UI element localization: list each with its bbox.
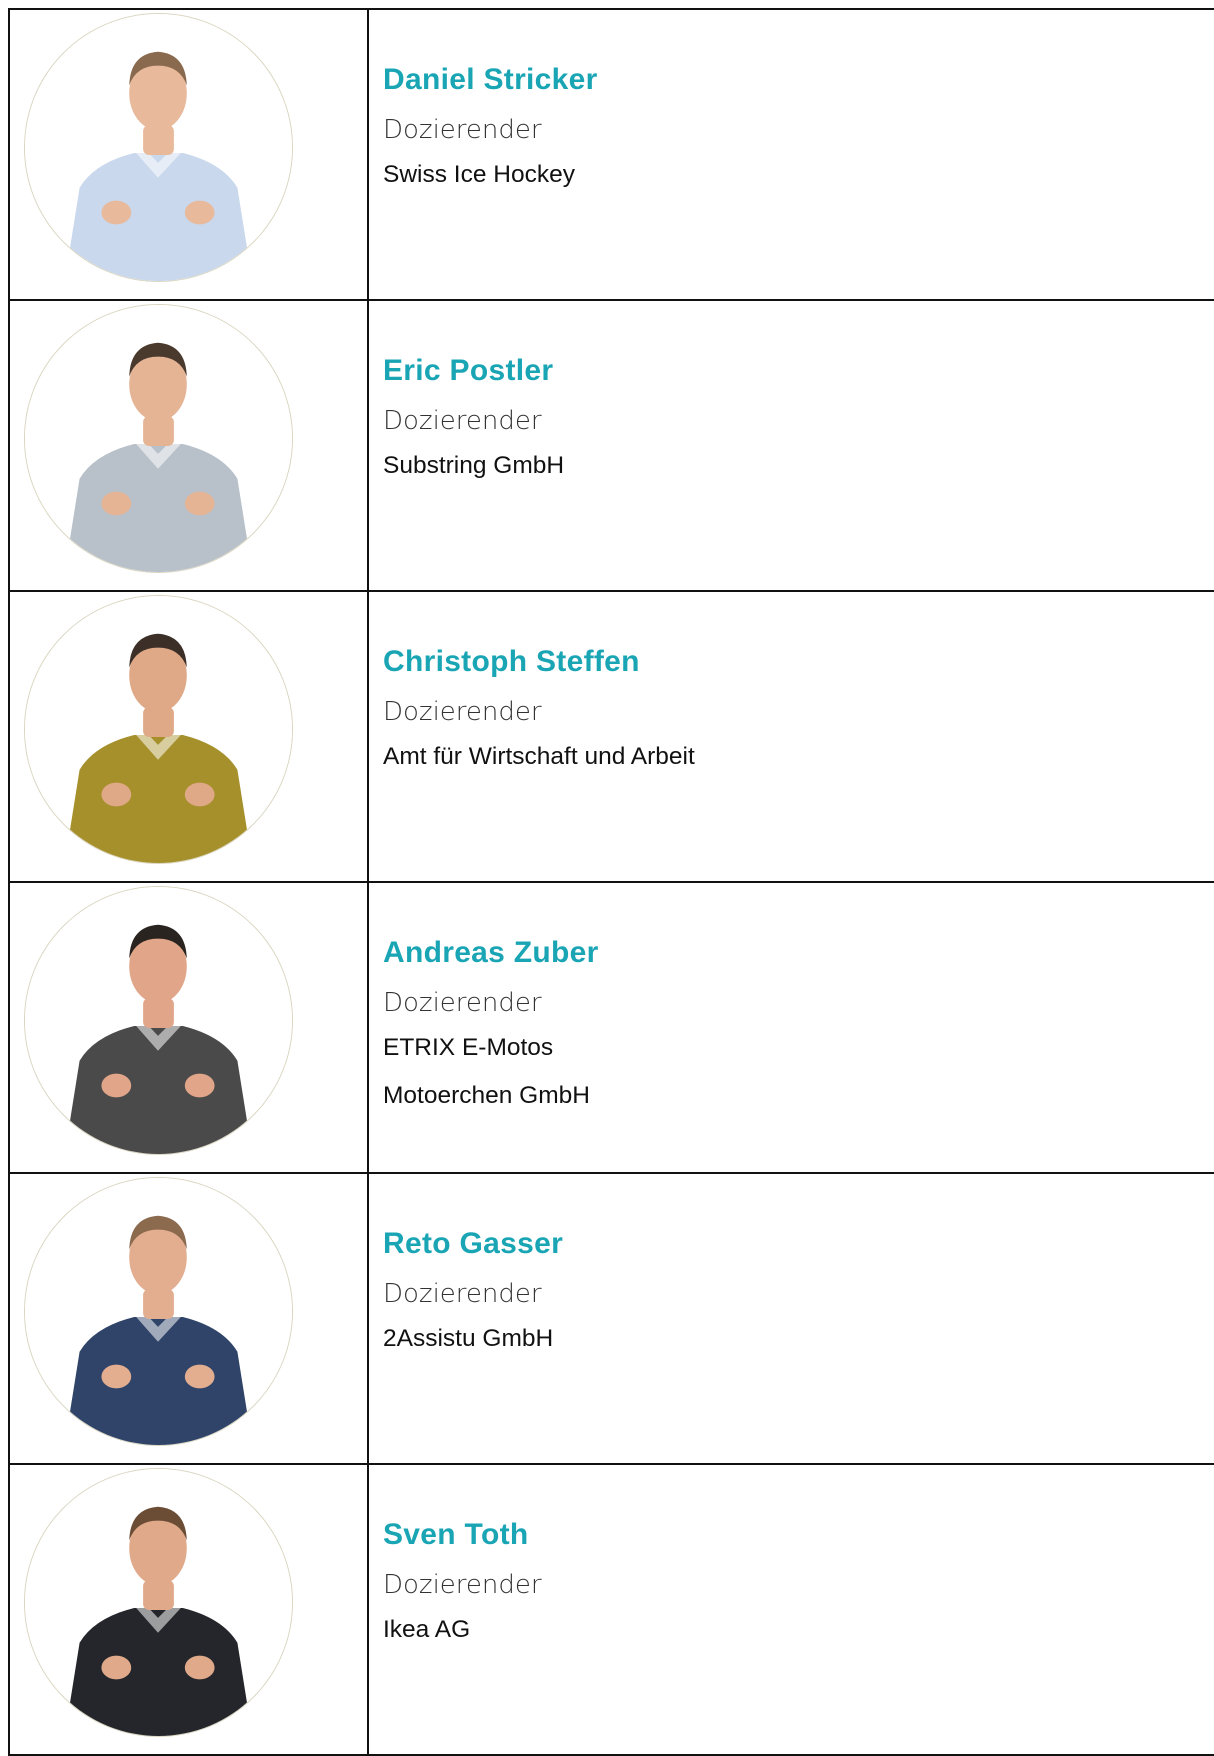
person-name[interactable]: Daniel Stricker xyxy=(383,62,1214,98)
speaker-row-6: Sven Toth Dozierender Ikea AG xyxy=(8,1465,1214,1756)
info-cell: Sven Toth Dozierender Ikea AG xyxy=(369,1465,1214,1754)
person-name[interactable]: Reto Gasser xyxy=(383,1226,1214,1262)
person-name[interactable]: Eric Postler xyxy=(383,353,1214,389)
person-role: Dozierender xyxy=(383,115,542,145)
organization-list: Amt für Wirtschaft und Arbeit xyxy=(383,742,1214,772)
organization-list: Swiss Ice Hockey xyxy=(383,160,1214,190)
organization-name: ETRIX E-Motos xyxy=(383,1034,554,1061)
organization-list: Ikea AG xyxy=(383,1615,1214,1645)
speaker-row-3: Christoph Steffen Dozierender Amt für Wi… xyxy=(8,592,1214,883)
photo-cell xyxy=(8,883,369,1172)
photo-cell xyxy=(8,301,369,590)
person-role: Dozierender xyxy=(383,697,542,727)
portrait-image xyxy=(25,14,292,281)
organization-name: 2Assistu GmbH xyxy=(383,1325,554,1352)
organization-list: 2Assistu GmbH xyxy=(383,1324,1214,1354)
info-cell: Andreas Zuber Dozierender ETRIX E-Motos M… xyxy=(369,883,1214,1172)
person-role: Dozierender xyxy=(383,988,542,1018)
speaker-table: Daniel Stricker Dozierender Swiss Ice Ho… xyxy=(8,8,1214,1756)
speaker-row-1: Daniel Stricker Dozierender Swiss Ice Ho… xyxy=(8,10,1214,301)
photo-cell xyxy=(8,1174,369,1463)
photo-cell xyxy=(8,592,369,881)
person-name[interactable]: Sven Toth xyxy=(383,1517,1214,1553)
speaker-row-4: Andreas Zuber Dozierender ETRIX E-Motos M… xyxy=(8,883,1214,1174)
photo-cell xyxy=(8,10,369,299)
organization-name: Ikea AG xyxy=(383,1616,471,1643)
organization-name: Amt für Wirtschaft und Arbeit xyxy=(383,743,695,770)
person-name[interactable]: Christoph Steffen xyxy=(383,644,1214,680)
person-role: Dozierender xyxy=(383,1570,542,1600)
info-cell: Reto Gasser Dozierender 2Assistu GmbH xyxy=(369,1174,1214,1463)
avatar xyxy=(24,886,293,1155)
avatar xyxy=(24,595,293,864)
organization-name: Swiss Ice Hockey xyxy=(383,161,575,188)
avatar xyxy=(24,304,293,573)
person-role: Dozierender xyxy=(383,406,542,436)
info-cell: Christoph Steffen Dozierender Amt für Wi… xyxy=(369,592,1214,881)
portrait-image xyxy=(25,596,292,863)
avatar xyxy=(24,13,293,282)
portrait-image xyxy=(25,1178,292,1445)
info-cell: Eric Postler Dozierender Substring GmbH xyxy=(369,301,1214,590)
organization-name: Motoerchen GmbH xyxy=(383,1082,590,1109)
avatar xyxy=(24,1468,293,1737)
photo-cell xyxy=(8,1465,369,1754)
avatar xyxy=(24,1177,293,1446)
info-cell: Daniel Stricker Dozierender Swiss Ice Ho… xyxy=(369,10,1214,299)
speaker-row-5: Reto Gasser Dozierender 2Assistu GmbH xyxy=(8,1174,1214,1465)
organization-name: Substring GmbH xyxy=(383,452,565,479)
portrait-image xyxy=(25,1469,292,1736)
portrait-image xyxy=(25,887,292,1154)
organization-list: Substring GmbH xyxy=(383,451,1214,481)
person-name[interactable]: Andreas Zuber xyxy=(383,935,1214,971)
organization-list: ETRIX E-Motos Motoerchen GmbH xyxy=(383,1033,1214,1111)
portrait-image xyxy=(25,305,292,572)
person-role: Dozierender xyxy=(383,1279,542,1309)
speaker-row-2: Eric Postler Dozierender Substring GmbH xyxy=(8,301,1214,592)
